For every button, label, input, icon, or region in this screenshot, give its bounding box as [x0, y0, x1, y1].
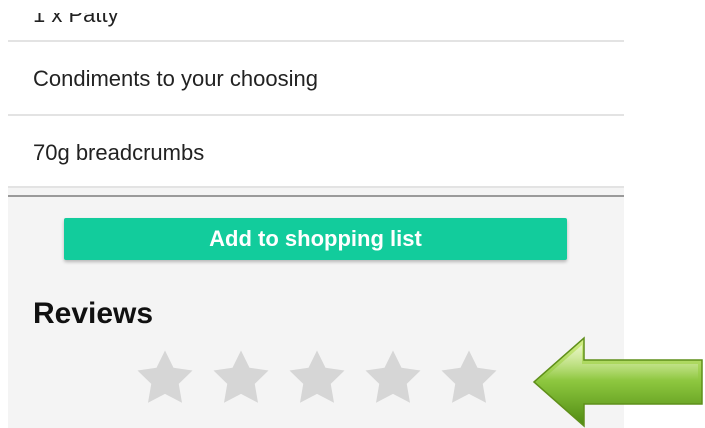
divider [8, 195, 624, 197]
star-icon[interactable] [208, 345, 274, 411]
ingredient-list: 1 x Patty Condiments to your choosing 70… [8, 13, 624, 188]
ingredient-item: Condiments to your choosing [8, 40, 624, 114]
reviews-title: Reviews [33, 297, 154, 330]
left-arrow-icon [530, 336, 705, 428]
ingredient-item: 1 x Patty [33, 13, 119, 27]
star-icon[interactable] [284, 345, 350, 411]
star-icon[interactable] [132, 345, 198, 411]
star-icon[interactable] [360, 345, 426, 411]
star-rating[interactable] [132, 345, 512, 411]
ingredient-item: 70g breadcrumbs [8, 114, 624, 188]
add-to-shopping-list-button[interactable]: Add to shopping list [64, 218, 567, 260]
star-icon[interactable] [436, 345, 502, 411]
